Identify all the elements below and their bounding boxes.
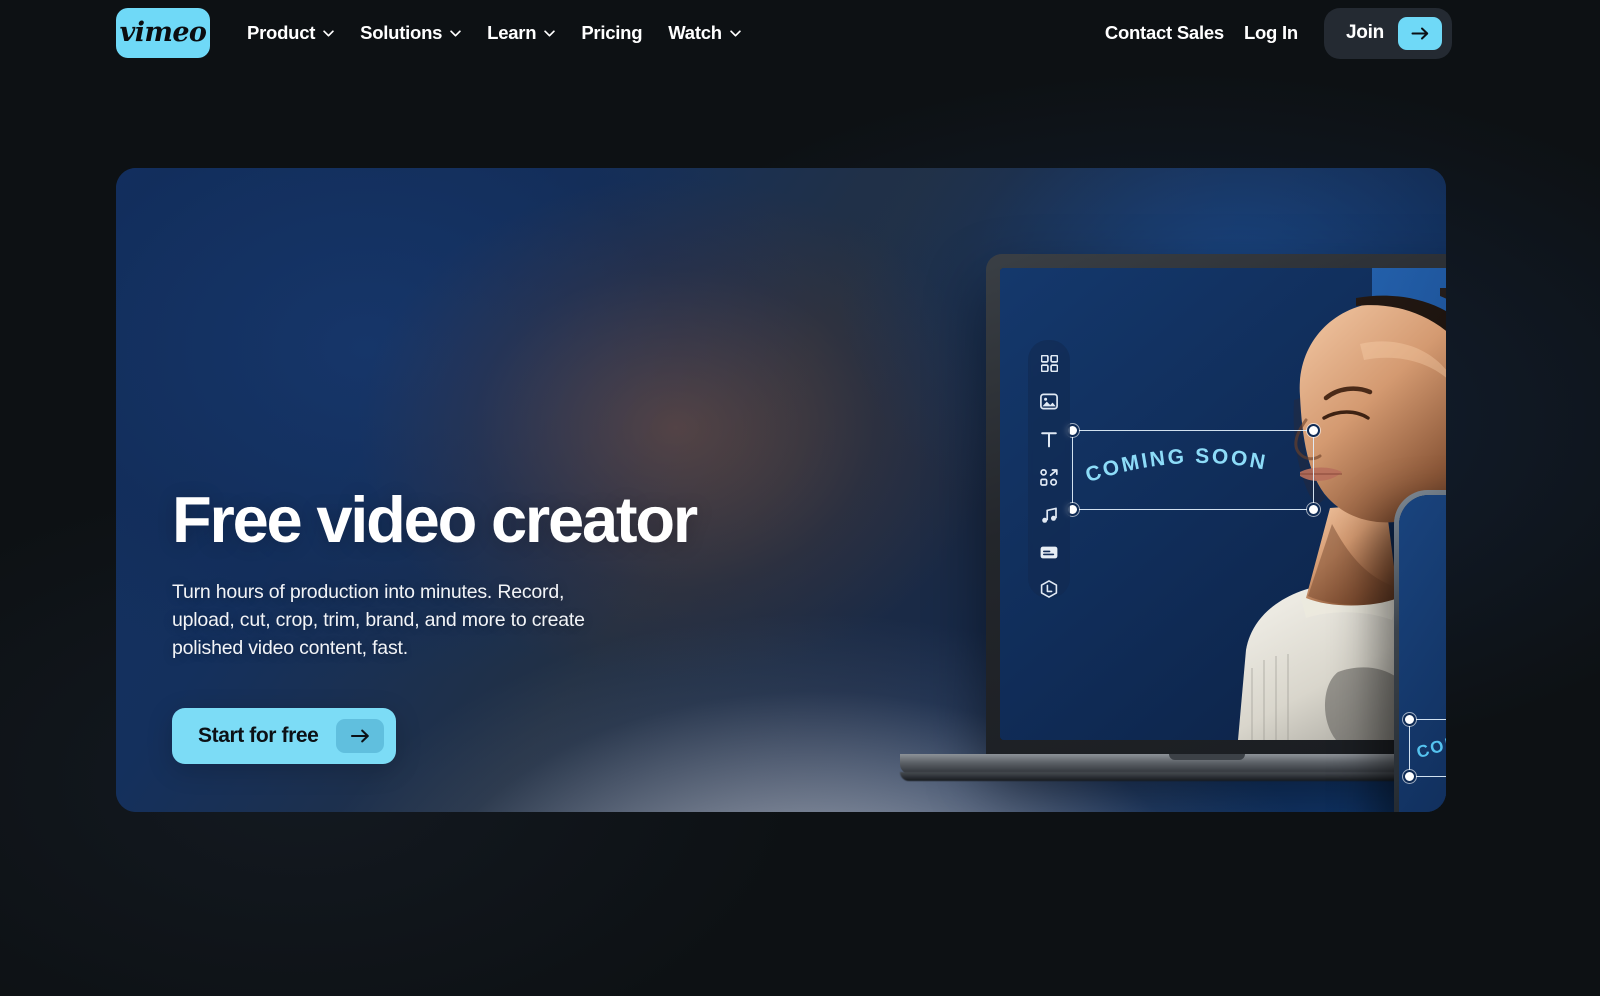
primary-nav: Product Solutions Learn Pricing Watch (234, 14, 754, 52)
hero-headline: Free video creator (172, 483, 698, 556)
arrow-right-icon (1411, 27, 1428, 39)
join-button[interactable]: Join (1323, 7, 1452, 59)
join-button-label: Join (1345, 22, 1384, 43)
selection-handle-top-right[interactable] (1307, 424, 1320, 437)
laptop-coming-soon-text: COMING SOON (1083, 445, 1270, 487)
templates-grid-icon[interactable] (1040, 355, 1059, 372)
start-for-free-arrow (336, 719, 385, 754)
hero-copy-block: Free video creator Turn hours of product… (172, 483, 812, 765)
phone-body: COMING SOON Edit text (1394, 490, 1446, 812)
editor-tool-rail (1028, 340, 1070, 598)
header-right-group: Contact Sales Log In Join (1095, 7, 1452, 59)
brand-kit-icon[interactable] (1040, 580, 1059, 598)
contact-sales-link[interactable]: Contact Sales (1095, 14, 1234, 52)
nav-item-solutions[interactable]: Solutions (347, 14, 474, 52)
phone-canvas-photo: COMING SOON (1399, 495, 1446, 812)
chevron-down-icon (730, 29, 741, 37)
vimeo-logo-text: vimeo (119, 16, 207, 48)
laptop-base (900, 754, 1446, 774)
phone-mockup: COMING SOON Edit text (1394, 490, 1446, 812)
nav-item-learn[interactable]: Learn (474, 14, 568, 52)
nav-item-learn-label: Learn (487, 22, 537, 43)
nav-item-product[interactable]: Product (234, 14, 347, 52)
svg-text:COMING SOON: COMING SOON (1083, 445, 1270, 487)
nav-item-product-label: Product (247, 22, 316, 43)
laptop-lid: COMING SOON (986, 254, 1446, 760)
hero-card: COMING SOON COMING SOON Free video creat… (116, 168, 1446, 812)
audio-music-icon[interactable] (1040, 507, 1059, 524)
nav-item-watch[interactable]: Watch (655, 14, 754, 52)
start-for-free-button[interactable]: Start for free (172, 708, 397, 765)
captions-bar-icon[interactable] (1040, 545, 1059, 559)
hero-subcopy: Turn hours of production into minutes. R… (172, 580, 585, 660)
chevron-down-icon (450, 29, 461, 37)
selection-handle-bottom-right[interactable] (1307, 503, 1320, 516)
nav-item-solutions-label: Solutions (360, 22, 443, 43)
laptop-foot (900, 772, 1446, 781)
arrow-right-icon (350, 729, 369, 743)
chevron-down-icon (323, 29, 334, 37)
phone-screen: COMING SOON Edit text (1399, 495, 1446, 812)
nav-item-pricing-label: Pricing (581, 22, 643, 43)
header-left-group: vimeo Product Solutions Learn Pricing Wa… (116, 8, 754, 58)
chevron-down-icon (544, 29, 556, 37)
nav-item-watch-label: Watch (668, 22, 722, 43)
start-for-free-label: Start for free (198, 724, 319, 748)
media-image-icon[interactable] (1040, 393, 1059, 410)
log-in-link[interactable]: Log In (1234, 14, 1308, 52)
laptop-screen: COMING SOON (1000, 268, 1446, 740)
nav-item-pricing[interactable]: Pricing (568, 14, 655, 52)
page-root: vimeo Product Solutions Learn Pricing Wa… (0, 0, 1600, 996)
vimeo-logo[interactable]: vimeo (116, 8, 210, 58)
join-arrow-button[interactable] (1398, 16, 1442, 50)
site-header: vimeo Product Solutions Learn Pricing Wa… (0, 0, 1600, 66)
svg-text:COMING SOON: COMING SOON (1414, 728, 1446, 762)
phone-coming-soon-text: COMING SOON (1414, 728, 1446, 762)
elements-shapes-icon[interactable] (1040, 469, 1059, 486)
laptop-mockup: COMING SOON (868, 254, 1446, 812)
text-tool-icon[interactable] (1040, 431, 1059, 448)
